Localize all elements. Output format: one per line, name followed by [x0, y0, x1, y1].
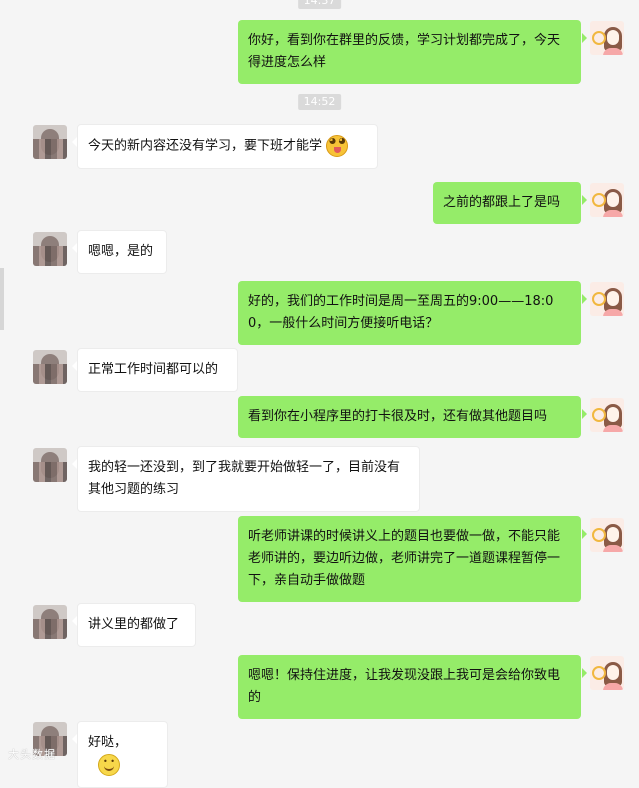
chat-window: 14:37 你好，看到你在群里的反馈，学习计划都完成了，今天得进度怎么样 14:… — [0, 0, 639, 788]
message-bubble-received[interactable]: 嗯嗯，是的 — [72, 230, 167, 274]
message-bubble-received[interactable]: 正常工作时间都可以的 — [72, 348, 238, 392]
contact-avatar[interactable] — [33, 125, 67, 159]
contact-avatar[interactable] — [33, 232, 67, 266]
message-bubble-received[interactable]: 讲义里的都做了 — [72, 603, 196, 647]
my-avatar[interactable] — [590, 518, 624, 552]
scrollbar[interactable] — [0, 268, 4, 330]
contact-avatar[interactable] — [33, 448, 67, 482]
my-avatar[interactable] — [590, 183, 624, 217]
message-bubble-sent[interactable]: 你好，看到你在群里的反馈，学习计划都完成了，今天得进度怎么样 — [238, 20, 587, 84]
contact-avatar[interactable] — [33, 605, 67, 639]
timestamp: 14:37 — [297, 0, 342, 9]
watermark: 大头数据 — [8, 748, 56, 761]
message-bubble-sent[interactable]: 看到你在小程序里的打卡很及时，还有做其他题目吗 — [238, 396, 587, 438]
message-bubble-sent[interactable]: 听老师讲课的时候讲义上的题目也要做一做，不能只能老师讲的，要边听边做，老师讲完了… — [238, 516, 587, 602]
message-text: 好哒， — [88, 735, 128, 750]
contact-avatar[interactable] — [33, 350, 67, 384]
message-bubble-received[interactable]: 今天的新内容还没有学习，要下班才能学 — [72, 124, 378, 169]
message-bubble-sent[interactable]: 之前的都跟上了是吗 — [433, 182, 587, 224]
my-avatar[interactable] — [590, 398, 624, 432]
message-bubble-received[interactable]: 好哒， — [72, 721, 168, 788]
smile-emoji-icon — [98, 754, 120, 776]
my-avatar[interactable] — [590, 656, 624, 690]
my-avatar[interactable] — [590, 21, 624, 55]
my-avatar[interactable] — [590, 282, 624, 316]
message-bubble-sent[interactable]: 好的，我们的工作时间是周一至周五的9:00——18:00，一般什么时间方便接听电… — [238, 281, 587, 345]
message-bubble-received[interactable]: 我的轻一还没到，到了我就要开始做轻一了，目前没有其他习题的练习 — [72, 446, 420, 512]
message-text: 今天的新内容还没有学习，要下班才能学 — [88, 138, 323, 154]
message-bubble-sent[interactable]: 嗯嗯！保持住进度，让我发现没跟上我可是会给你致电的 — [238, 655, 587, 719]
timestamp: 14:52 — [297, 94, 342, 110]
tongue-emoji-icon — [326, 135, 349, 157]
